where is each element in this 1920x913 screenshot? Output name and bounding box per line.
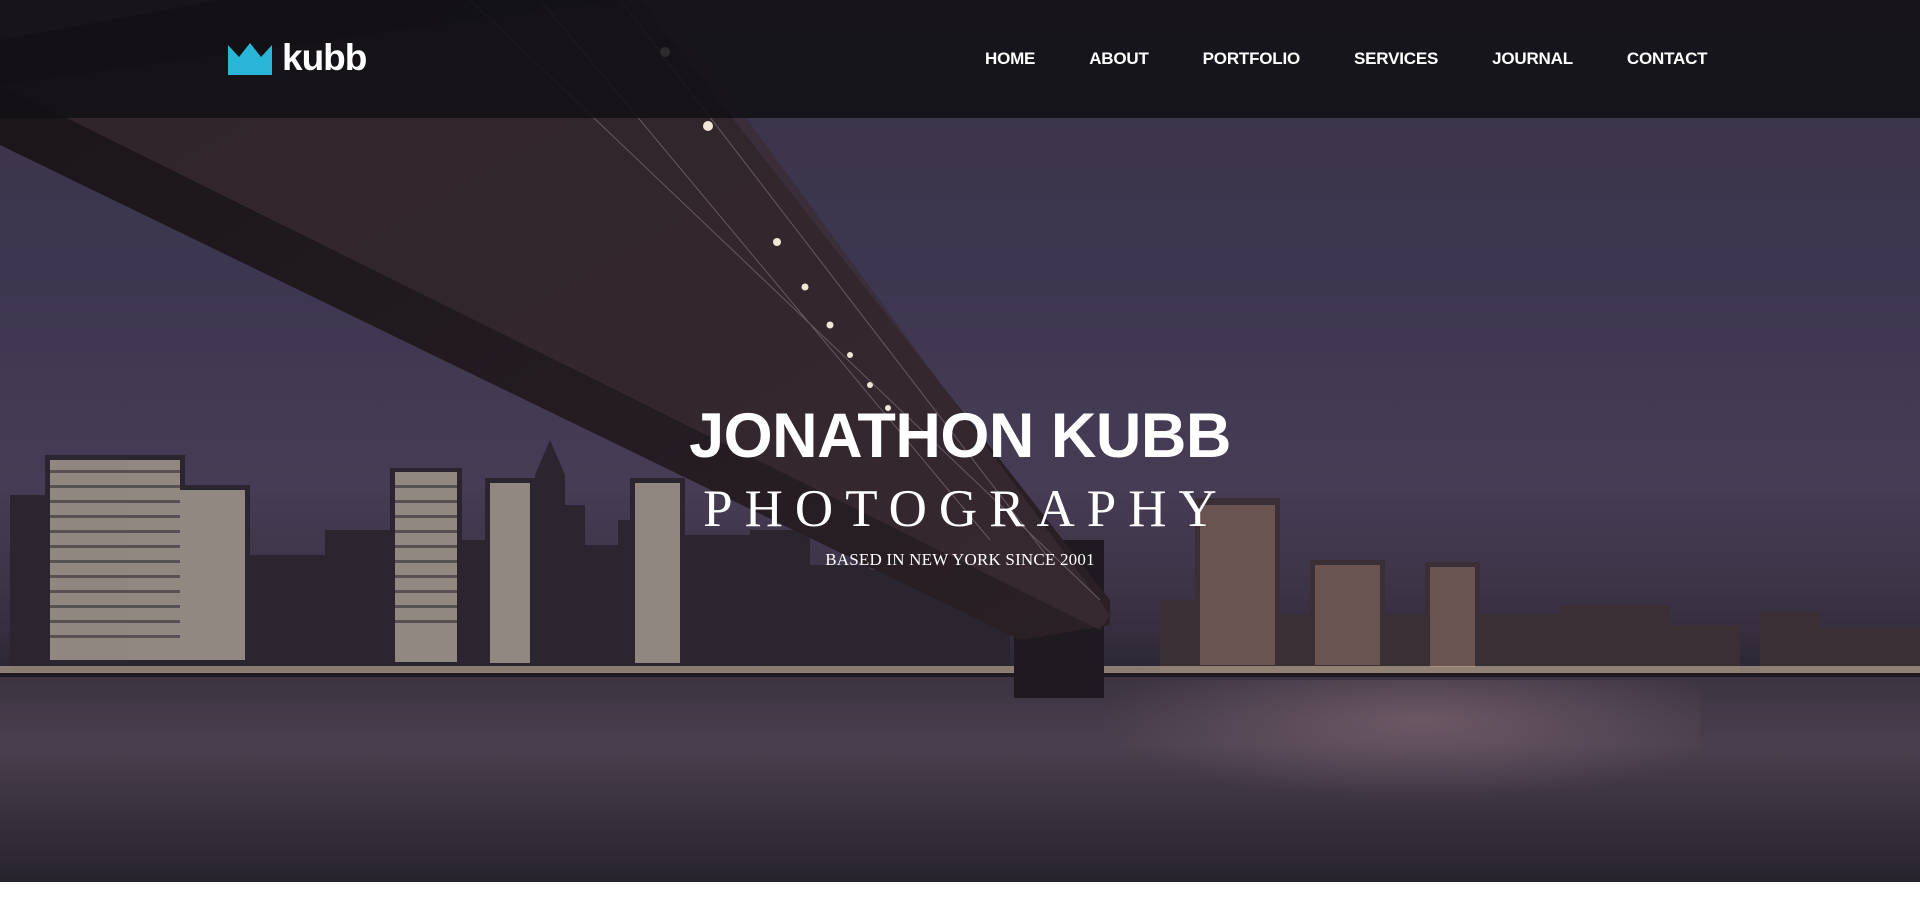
nav-item-contact[interactable]: CONTACT xyxy=(1627,48,1708,70)
main-nav: HOME ABOUT PORTFOLIO SERVICES JOURNAL CO… xyxy=(985,48,1708,70)
crown-icon xyxy=(228,43,272,75)
hero-tagline: BASED IN NEW YORK SINCE 2001 xyxy=(825,550,1095,569)
logo[interactable]: kubb xyxy=(228,37,367,78)
nav-item-services[interactable]: SERVICES xyxy=(1354,48,1438,70)
logo-text: kubb xyxy=(282,37,367,78)
nav-item-about[interactable]: ABOUT xyxy=(1089,48,1149,70)
nav-item-portfolio[interactable]: PORTFOLIO xyxy=(1203,48,1301,70)
hero-subtitle: PHOTOGRAPHY xyxy=(703,480,1229,538)
nav-item-journal[interactable]: JOURNAL xyxy=(1492,48,1573,70)
hero-title: JONATHON KUBB xyxy=(689,401,1231,471)
top-navbar: kubb HOME ABOUT PORTFOLIO SERVICES JOURN… xyxy=(0,0,1920,118)
hero-section: kubb HOME ABOUT PORTFOLIO SERVICES JOURN… xyxy=(0,0,1920,882)
nav-item-home[interactable]: HOME xyxy=(985,48,1035,70)
